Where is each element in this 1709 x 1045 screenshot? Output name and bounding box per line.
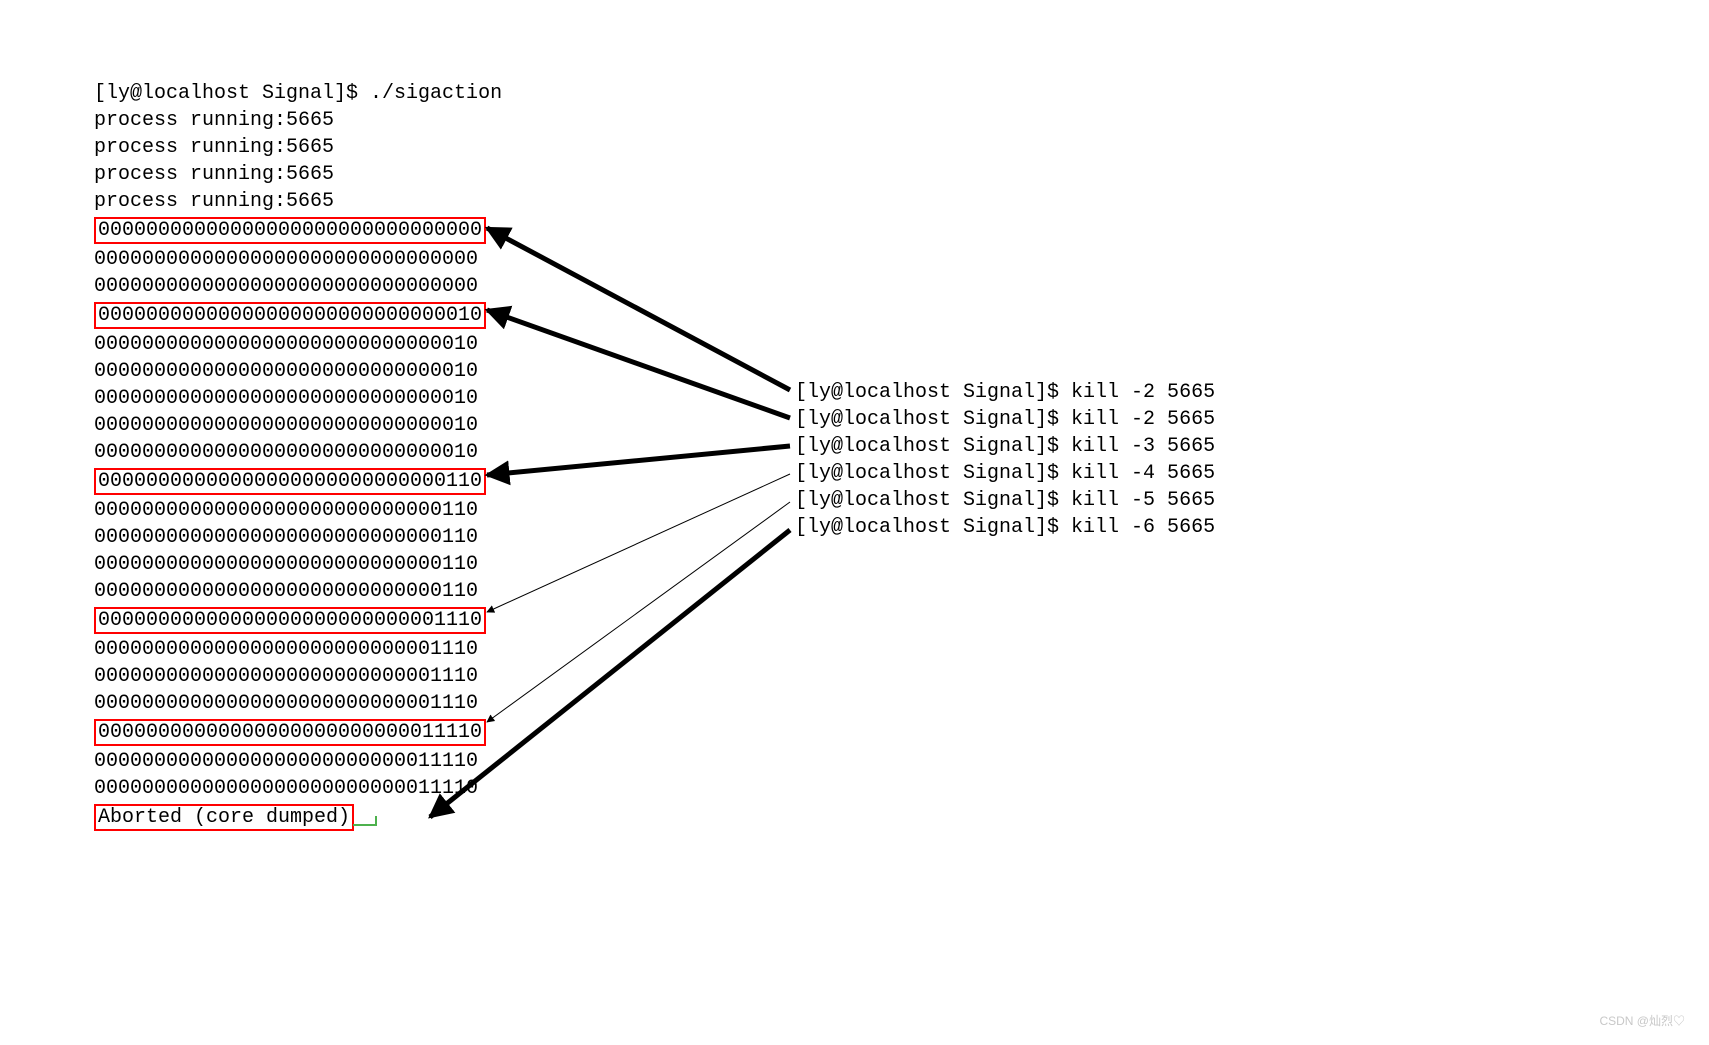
bitmask-row: 00000000000000000000000000001110 <box>94 638 478 661</box>
bitmask-row: 00000000000000000000000000000010 <box>94 414 478 437</box>
arrow <box>487 474 790 612</box>
left-terminal: [ly@localhost Signal]$ ./sigaction proce… <box>94 80 502 833</box>
running-line: process running:5665 <box>94 161 502 188</box>
bitmask-row: 00000000000000000000000000000010 <box>94 333 478 356</box>
bitmask-row: 00000000000000000000000000011110 <box>94 750 478 773</box>
bitmask-row: 00000000000000000000000000000000 <box>94 275 478 298</box>
kill-command: [ly@localhost Signal]$ kill -3 5665 <box>795 433 1215 460</box>
bitmask-row: 00000000000000000000000000000010 <box>94 360 478 383</box>
bitmask-row: 00000000000000000000000000000010 <box>94 387 478 410</box>
highlighted-row: 00000000000000000000000000000110 <box>94 468 486 495</box>
arrow <box>487 310 790 418</box>
bitmask-block: 00000000000000000000000000000000 00000000… <box>94 215 502 833</box>
shell-prompt: [ly@localhost Signal]$ ./sigaction <box>94 80 502 107</box>
bitmask-row: 00000000000000000000000000000110 <box>94 526 478 549</box>
kill-command: [ly@localhost Signal]$ kill -6 5665 <box>795 514 1215 541</box>
bitmask-row: 00000000000000000000000000000110 <box>94 580 478 603</box>
highlighted-row: 00000000000000000000000000001110 <box>94 607 486 634</box>
arrow <box>487 502 790 722</box>
bitmask-row: 00000000000000000000000000011110 <box>94 777 478 800</box>
highlighted-row: 00000000000000000000000000011110 <box>94 719 486 746</box>
right-terminal: [ly@localhost Signal]$ kill -2 5665[ly@l… <box>795 379 1215 541</box>
kill-command: [ly@localhost Signal]$ kill -2 5665 <box>795 379 1215 406</box>
bitmask-row: 00000000000000000000000000000110 <box>94 499 478 522</box>
process-running-block: process running:5665process running:5665… <box>94 107 502 215</box>
kill-command: [ly@localhost Signal]$ kill -2 5665 <box>795 406 1215 433</box>
highlighted-row: Aborted (core dumped) <box>94 804 354 831</box>
bitmask-row: 00000000000000000000000000001110 <box>94 692 478 715</box>
bitmask-row: 00000000000000000000000000000010 <box>94 441 478 464</box>
running-line: process running:5665 <box>94 107 502 134</box>
running-line: process running:5665 <box>94 134 502 161</box>
arrow <box>487 446 790 475</box>
kill-command: [ly@localhost Signal]$ kill -4 5665 <box>795 460 1215 487</box>
bitmask-row: 00000000000000000000000000000000 <box>94 248 478 271</box>
terminal-cursor <box>353 816 377 826</box>
arrow <box>487 228 790 390</box>
bitmask-row: 00000000000000000000000000001110 <box>94 665 478 688</box>
watermark: CSDN @灿烈♡ <box>1599 1008 1685 1035</box>
bitmask-row: 00000000000000000000000000000110 <box>94 553 478 576</box>
running-line: process running:5665 <box>94 188 502 215</box>
kill-command: [ly@localhost Signal]$ kill -5 5665 <box>795 487 1215 514</box>
diagram-canvas: [ly@localhost Signal]$ ./sigaction proce… <box>0 0 1709 1045</box>
highlighted-row: 00000000000000000000000000000010 <box>94 302 486 329</box>
highlighted-row: 00000000000000000000000000000000 <box>94 217 486 244</box>
